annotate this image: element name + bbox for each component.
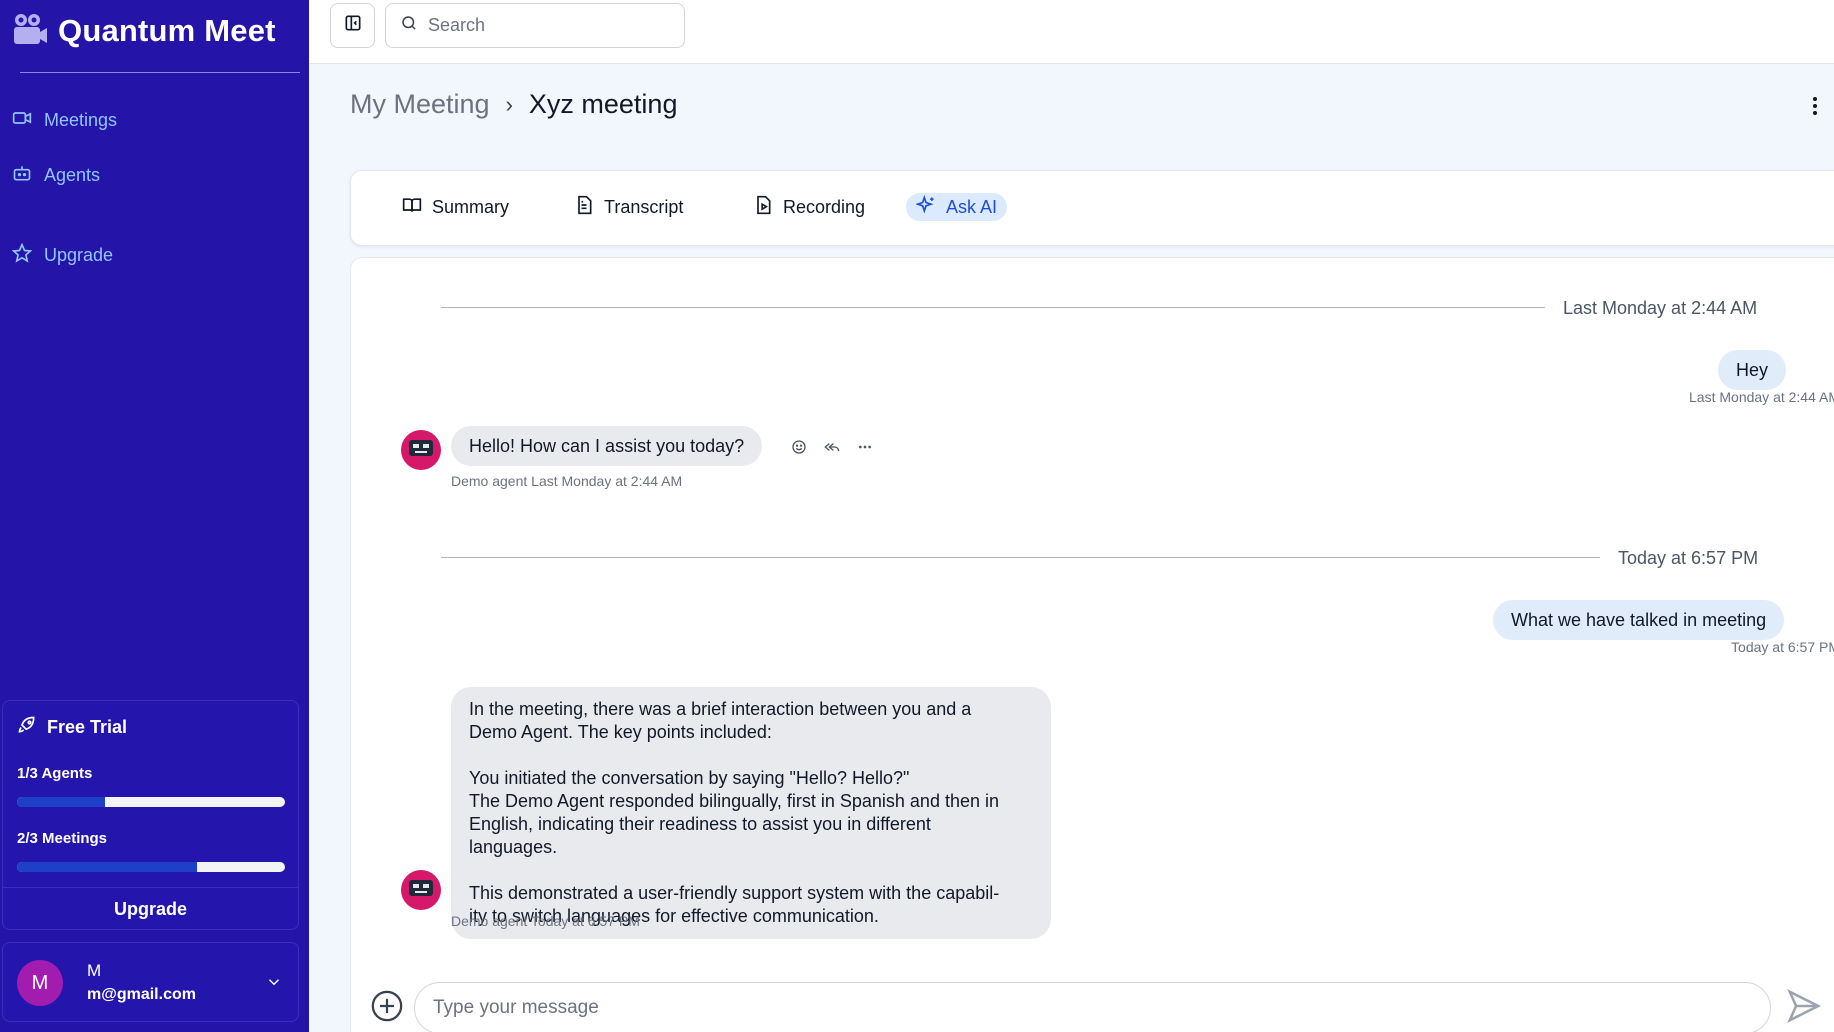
page-title: Xyz meeting [528, 89, 678, 119]
agents-progress-bar [17, 797, 285, 807]
topbar [309, 0, 1834, 64]
send-icon[interactable] [1785, 987, 1823, 1030]
more-horizontal-icon[interactable] [857, 439, 873, 455]
message-line: The Demo Agent responded bilingually, fi… [469, 791, 999, 811]
meetings-usage-label: 2/3 Meetings [17, 830, 108, 847]
message-timestamp: Today at 6:57 PM [1731, 639, 1834, 655]
user-message-bubble: What we have talked in meeting [1493, 600, 1785, 640]
agent-message-bubble: Hello! How can I assist you today? [451, 426, 763, 466]
breadcrumb: My Meeting › Xyz meeting [350, 89, 677, 120]
brand[interactable]: Quantum Meet [12, 10, 276, 52]
date-divider-line [441, 307, 1545, 308]
robot-icon [406, 436, 436, 465]
sender-name: Demo agent [451, 913, 528, 929]
message-meta: Demo agent Last Monday at 2:44 AM [451, 473, 682, 489]
reply-all-icon[interactable] [823, 439, 841, 455]
emoji-icon[interactable] [791, 439, 807, 455]
sidebar-item-label: Meetings [44, 109, 118, 130]
message-line: Demo Agent. The key points included: [469, 722, 772, 742]
meetings-progress-bar [17, 862, 285, 872]
agent-avatar [401, 870, 441, 910]
app-name: Quantum Meet [58, 13, 276, 48]
upgrade-button[interactable]: Upgrade [3, 887, 298, 931]
message-line: English, indicating their readiness to a… [469, 814, 931, 834]
user-email: m@gmail.com [87, 986, 196, 1003]
user-message-bubble: Hey [1718, 350, 1787, 390]
rocket-icon [17, 715, 37, 740]
message-actions [791, 439, 873, 455]
breadcrumb-separator: › [505, 91, 513, 117]
sidebar-item-agents[interactable]: Agents [12, 158, 100, 192]
file-video-icon [753, 195, 773, 220]
meetings-progress-fill [17, 862, 197, 872]
message-line: languages. [469, 837, 558, 857]
message-composer[interactable] [414, 982, 1771, 1032]
tabs: Summary Transcript Recording Ask AI [350, 170, 1834, 246]
date-divider: Today at 6:57 PM [1618, 548, 1759, 568]
sidebar-toggle-button[interactable] [330, 3, 375, 48]
free-trial-card: Free Trial 1/3 Agents 2/3 Meetings Upgra… [2, 700, 299, 930]
sidebar-item-meetings[interactable]: Meetings [12, 103, 117, 137]
bot-icon [12, 163, 32, 188]
agent-avatar [401, 430, 441, 470]
agent-message-bubble: In the meeting, there was a brief intera… [451, 687, 1051, 939]
main-content: My Meeting › Xyz meeting Summary Transcr… [309, 64, 1834, 1032]
star-icon [11, 242, 33, 268]
add-attachment-icon[interactable] [370, 989, 404, 1028]
date-divider-line [441, 557, 1600, 558]
message-timestamp: Last Monday at 2:44 AM [531, 473, 683, 489]
video-icon [12, 108, 32, 133]
message-timestamp: Last Monday at 2:44 AM [1689, 389, 1834, 405]
date-divider: Last Monday at 2:44 AM [1563, 298, 1758, 318]
robot-icon [406, 876, 436, 905]
agents-usage-label: 1/3 Agents [17, 765, 93, 782]
message-line: This demonstrated a user-friendly suppor… [469, 883, 1000, 903]
sidebar: Quantum Meet Meetings Agents Upgrade Fre… [0, 0, 309, 1032]
tab-transcript[interactable]: Transcript [564, 193, 693, 221]
tab-recording[interactable]: Recording [743, 193, 875, 221]
message-line: In the meeting, there was a brief intera… [469, 699, 972, 719]
user-name: M [87, 961, 102, 980]
message-line: You initiated the conversation by saying… [469, 768, 910, 788]
panel-left-icon [343, 13, 363, 38]
user-menu[interactable]: M M m@gmail.com [2, 942, 299, 1022]
chevron-down-icon [265, 973, 283, 996]
message-meta: Demo agent Today at 6:57 PM [451, 913, 640, 929]
free-trial-title: Free Trial [17, 715, 127, 740]
search-icon [400, 14, 418, 37]
sender-name: Demo agent [451, 473, 528, 489]
message-input[interactable] [433, 997, 1770, 1019]
book-icon [402, 195, 422, 220]
sidebar-item-label: Agents [44, 164, 101, 185]
more-options-icon[interactable] [1812, 96, 1818, 121]
file-text-icon [574, 195, 594, 220]
sidebar-item-label: Upgrade [44, 244, 114, 265]
search-box[interactable] [385, 3, 685, 48]
avatar: M [17, 960, 63, 1006]
sparkles-icon [915, 194, 936, 220]
chat-panel: Last Monday at 2:44 AM Hey Last Monday a… [350, 257, 1834, 1032]
tab-ask-ai[interactable]: Ask AI [906, 193, 1008, 221]
message-timestamp: Today at 6:57 PM [530, 913, 640, 929]
search-input[interactable] [428, 15, 668, 36]
agents-progress-fill [17, 797, 106, 807]
sidebar-item-upgrade[interactable]: Upgrade [11, 238, 114, 272]
breadcrumb-parent-link[interactable]: My Meeting [350, 89, 490, 120]
video-camera-icon [12, 11, 48, 52]
brand-divider [20, 72, 300, 73]
tab-summary[interactable]: Summary [392, 193, 519, 221]
